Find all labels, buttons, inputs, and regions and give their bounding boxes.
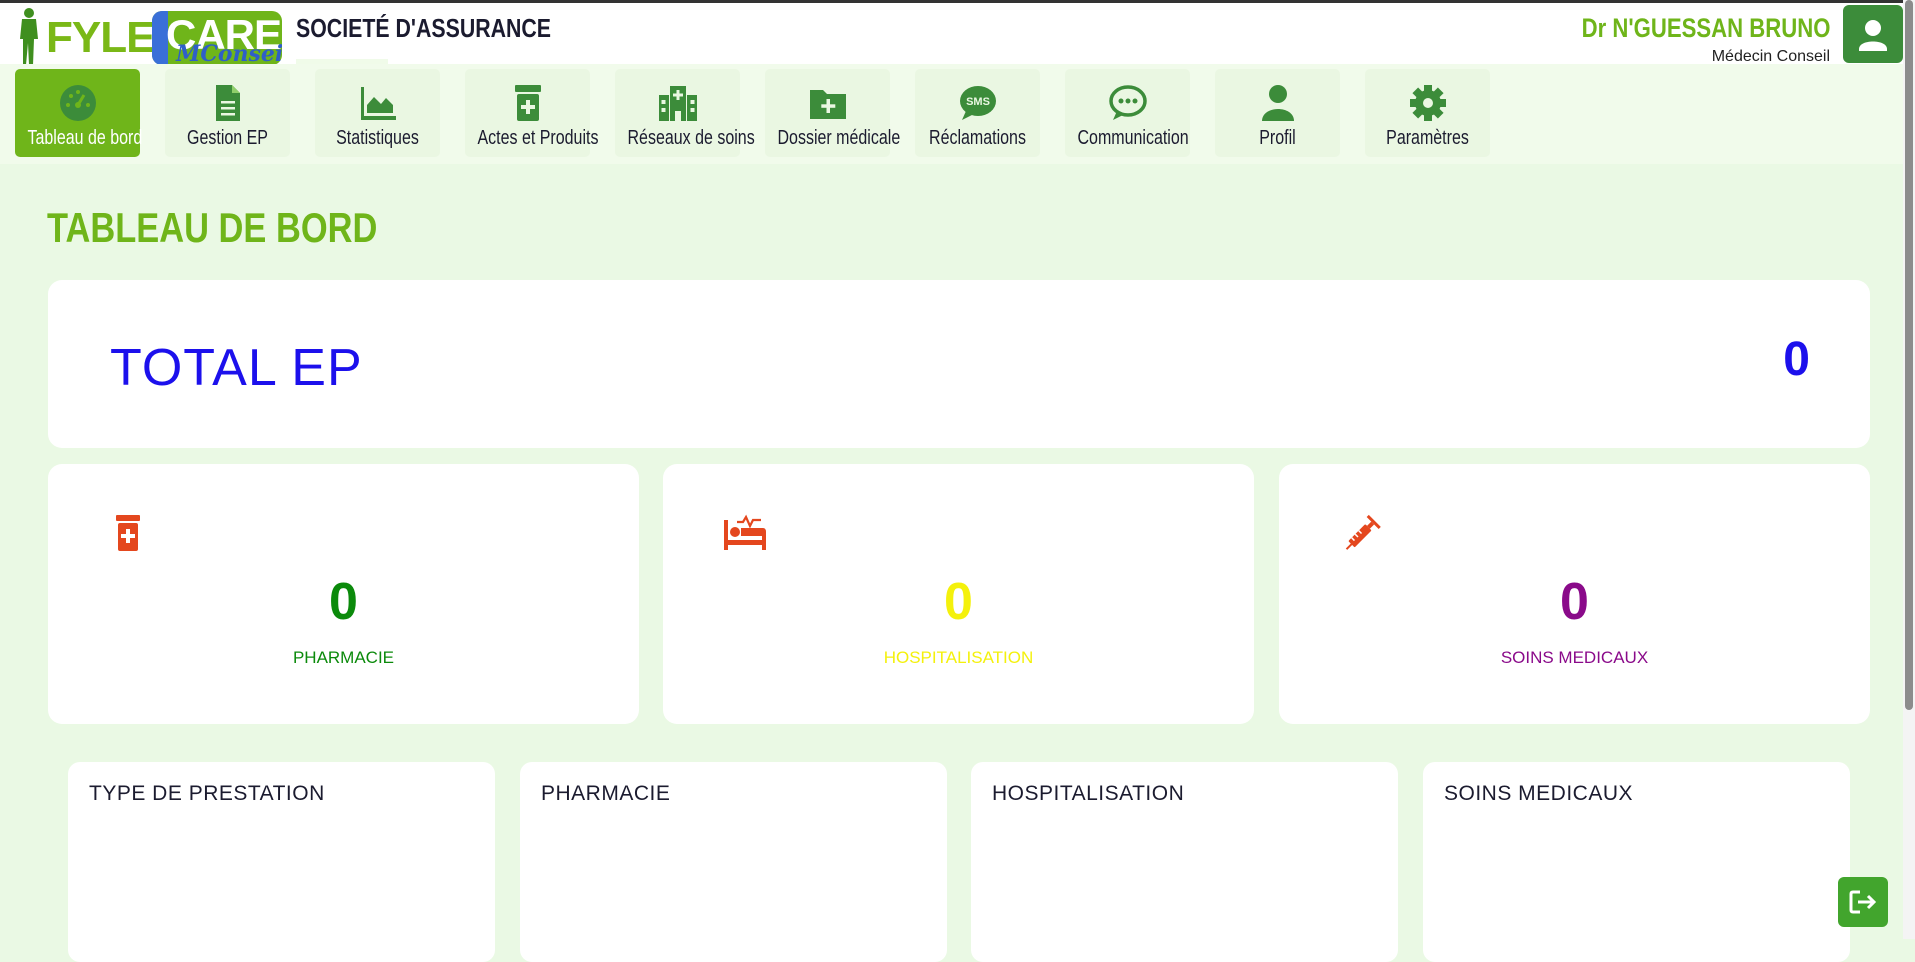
user-name: Dr N'GUESSAN BRUNO (1581, 13, 1830, 43)
logout-icon (1849, 890, 1877, 914)
nav-label: Tableau de bord (27, 127, 143, 149)
logo-figure-icon (20, 8, 38, 65)
company-name: SOCIETÉ D'ASSURANCE (296, 13, 552, 43)
nav-label: Profil (1259, 127, 1296, 149)
vertical-scrollbar[interactable] (1903, 0, 1915, 939)
panel-title: SOINS MEDICAUX (1444, 782, 1634, 805)
nav-label: Dossier médicale (777, 127, 901, 149)
chat-bubble-icon (1108, 85, 1147, 120)
nav-label: Communication (1077, 127, 1189, 149)
sms-icon: SMS (959, 86, 996, 120)
user-icon (1261, 85, 1294, 121)
nav-communication[interactable]: Communication (1065, 69, 1190, 157)
nav-label: Réseaux de soins (627, 127, 755, 149)
nav-label: Statistiques (336, 127, 419, 149)
nav-label: Réclamations (929, 127, 1026, 149)
app-logo[interactable]: FYLE CARE MConseil (14, 7, 282, 65)
hospital-icon (658, 86, 697, 121)
stat-value: 0 (944, 573, 973, 631)
nav-dossier-medicale[interactable]: Dossier médicale (765, 69, 901, 157)
user-icon (1859, 20, 1887, 51)
nav-label: Actes et Produits (477, 127, 599, 149)
panel-pharmacie: PHARMACIE (520, 762, 947, 962)
scrollbar-thumb[interactable] (1905, 0, 1913, 710)
panel-type-de-prestation: TYPE DE PRESTATION (68, 762, 495, 962)
stat-label: PHARMACIE (292, 648, 395, 667)
total-ep-label: TOTAL EP (110, 339, 363, 397)
gear-icon (1409, 85, 1446, 121)
svg-text:SMS: SMS (966, 96, 990, 108)
nav-reclamations[interactable]: SMS Réclamations (915, 69, 1040, 157)
document-icon (215, 85, 240, 121)
logo-care-badge: CARE MConseil (152, 11, 282, 65)
user-avatar-button[interactable] (1843, 5, 1903, 63)
main-nav: Tableau de bord Gestion EP Statistiques … (0, 64, 1915, 164)
logo-mconseil-text: MConseil (176, 41, 282, 65)
stat-card-hospitalisation: 0 HOSPITALISATION (663, 464, 1254, 724)
dashboard-gauge-icon (59, 85, 96, 121)
nav-label: Gestion EP (187, 127, 268, 149)
panel-title: HOSPITALISATION (992, 782, 1185, 805)
total-ep-value: 0 (1783, 333, 1810, 386)
logo-fyle-text: FYLE (46, 13, 155, 62)
panel-soins-medicaux: SOINS MEDICAUX (1423, 762, 1850, 962)
stat-card-pharmacie: 0 PHARMACIE (48, 464, 639, 724)
nav-statistiques[interactable]: Statistiques (315, 69, 440, 157)
total-ep-card: TOTAL EP 0 (48, 280, 1870, 448)
nav-actes-et-produits[interactable]: Actes et Produits (465, 69, 599, 157)
stat-value: 0 (1560, 573, 1589, 631)
folder-plus-icon (809, 90, 846, 119)
area-chart-icon (360, 87, 396, 120)
panel-title: TYPE DE PRESTATION (89, 782, 325, 805)
nav-reseaux-de-soins[interactable]: Réseaux de soins (615, 69, 755, 157)
syringe-icon (1345, 514, 1381, 550)
pill-bottle-icon (514, 85, 541, 121)
stat-label: SOINS MEDICAUX (1500, 648, 1649, 667)
stat-label: HOSPITALISATION (883, 648, 1034, 667)
logout-button[interactable] (1838, 877, 1888, 927)
page-title: TABLEAU DE BORD (47, 204, 378, 251)
hospital-bed-icon (724, 514, 766, 550)
stat-value: 0 (329, 573, 358, 631)
nav-tableau-de-bord[interactable]: Tableau de bord (15, 69, 143, 157)
top-bar: FYLE CARE MConseil SOCIETÉ D'ASSURANCE D… (0, 0, 1915, 67)
nav-profil[interactable]: Profil (1215, 69, 1340, 157)
nav-gestion-ep[interactable]: Gestion EP (165, 69, 290, 157)
panel-title: PHARMACIE (541, 782, 671, 805)
nav-label: Paramètres (1386, 127, 1469, 149)
nav-parametres[interactable]: Paramètres (1365, 69, 1490, 157)
pill-bottle-icon (116, 515, 140, 551)
panel-hospitalisation: HOSPITALISATION (971, 762, 1398, 962)
stat-card-soins-medicaux: 0 SOINS MEDICAUX (1279, 464, 1870, 724)
